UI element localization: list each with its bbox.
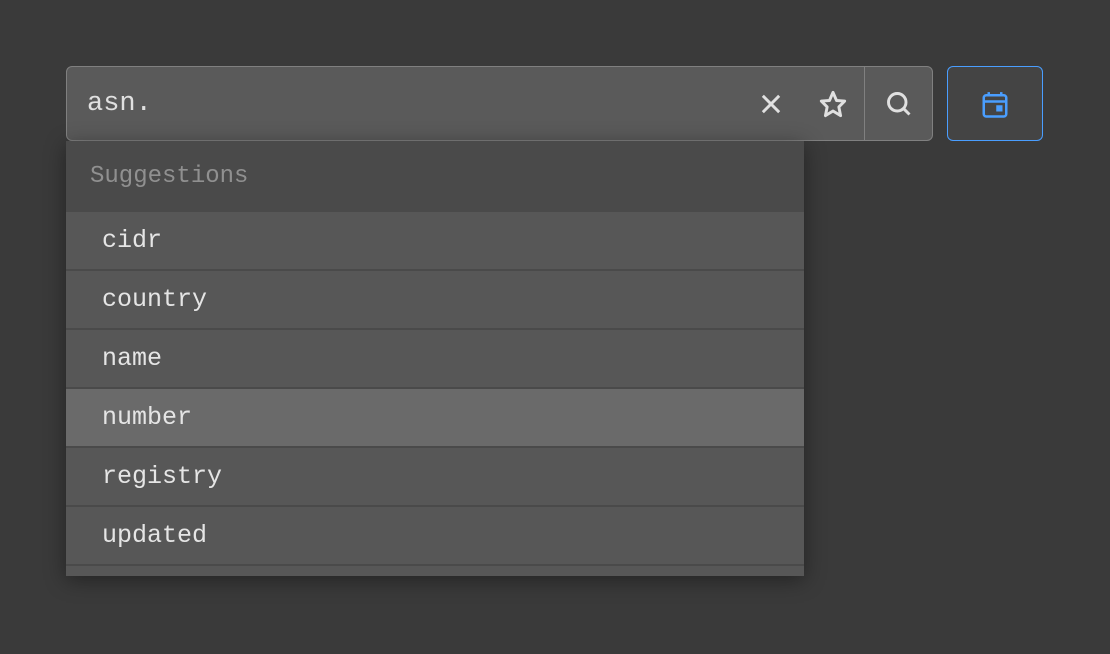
search-icon [885, 90, 913, 118]
suggestions-dropdown: Suggestions cidr country name number reg… [66, 141, 804, 576]
calendar-icon [980, 89, 1010, 119]
search-button[interactable] [864, 67, 932, 140]
search-actions [740, 67, 932, 140]
suggestion-item[interactable]: cidr [66, 212, 804, 269]
suggestion-item-extra[interactable] [66, 566, 804, 576]
suggestion-item[interactable]: name [66, 330, 804, 387]
suggestions-scroll[interactable]: Suggestions cidr country name number reg… [66, 141, 804, 576]
favorite-button[interactable] [802, 67, 864, 140]
suggestion-item[interactable]: country [66, 271, 804, 328]
suggestions-header: Suggestions [66, 141, 804, 210]
suggestion-item[interactable]: updated [66, 507, 804, 564]
calendar-button[interactable] [947, 66, 1043, 141]
suggestion-item[interactable]: number [66, 389, 804, 446]
star-icon [819, 90, 847, 118]
suggestion-item[interactable]: registry [66, 448, 804, 505]
clear-button[interactable] [740, 67, 802, 140]
close-icon [757, 90, 785, 118]
search-bar [66, 66, 933, 141]
search-input[interactable] [67, 67, 740, 140]
